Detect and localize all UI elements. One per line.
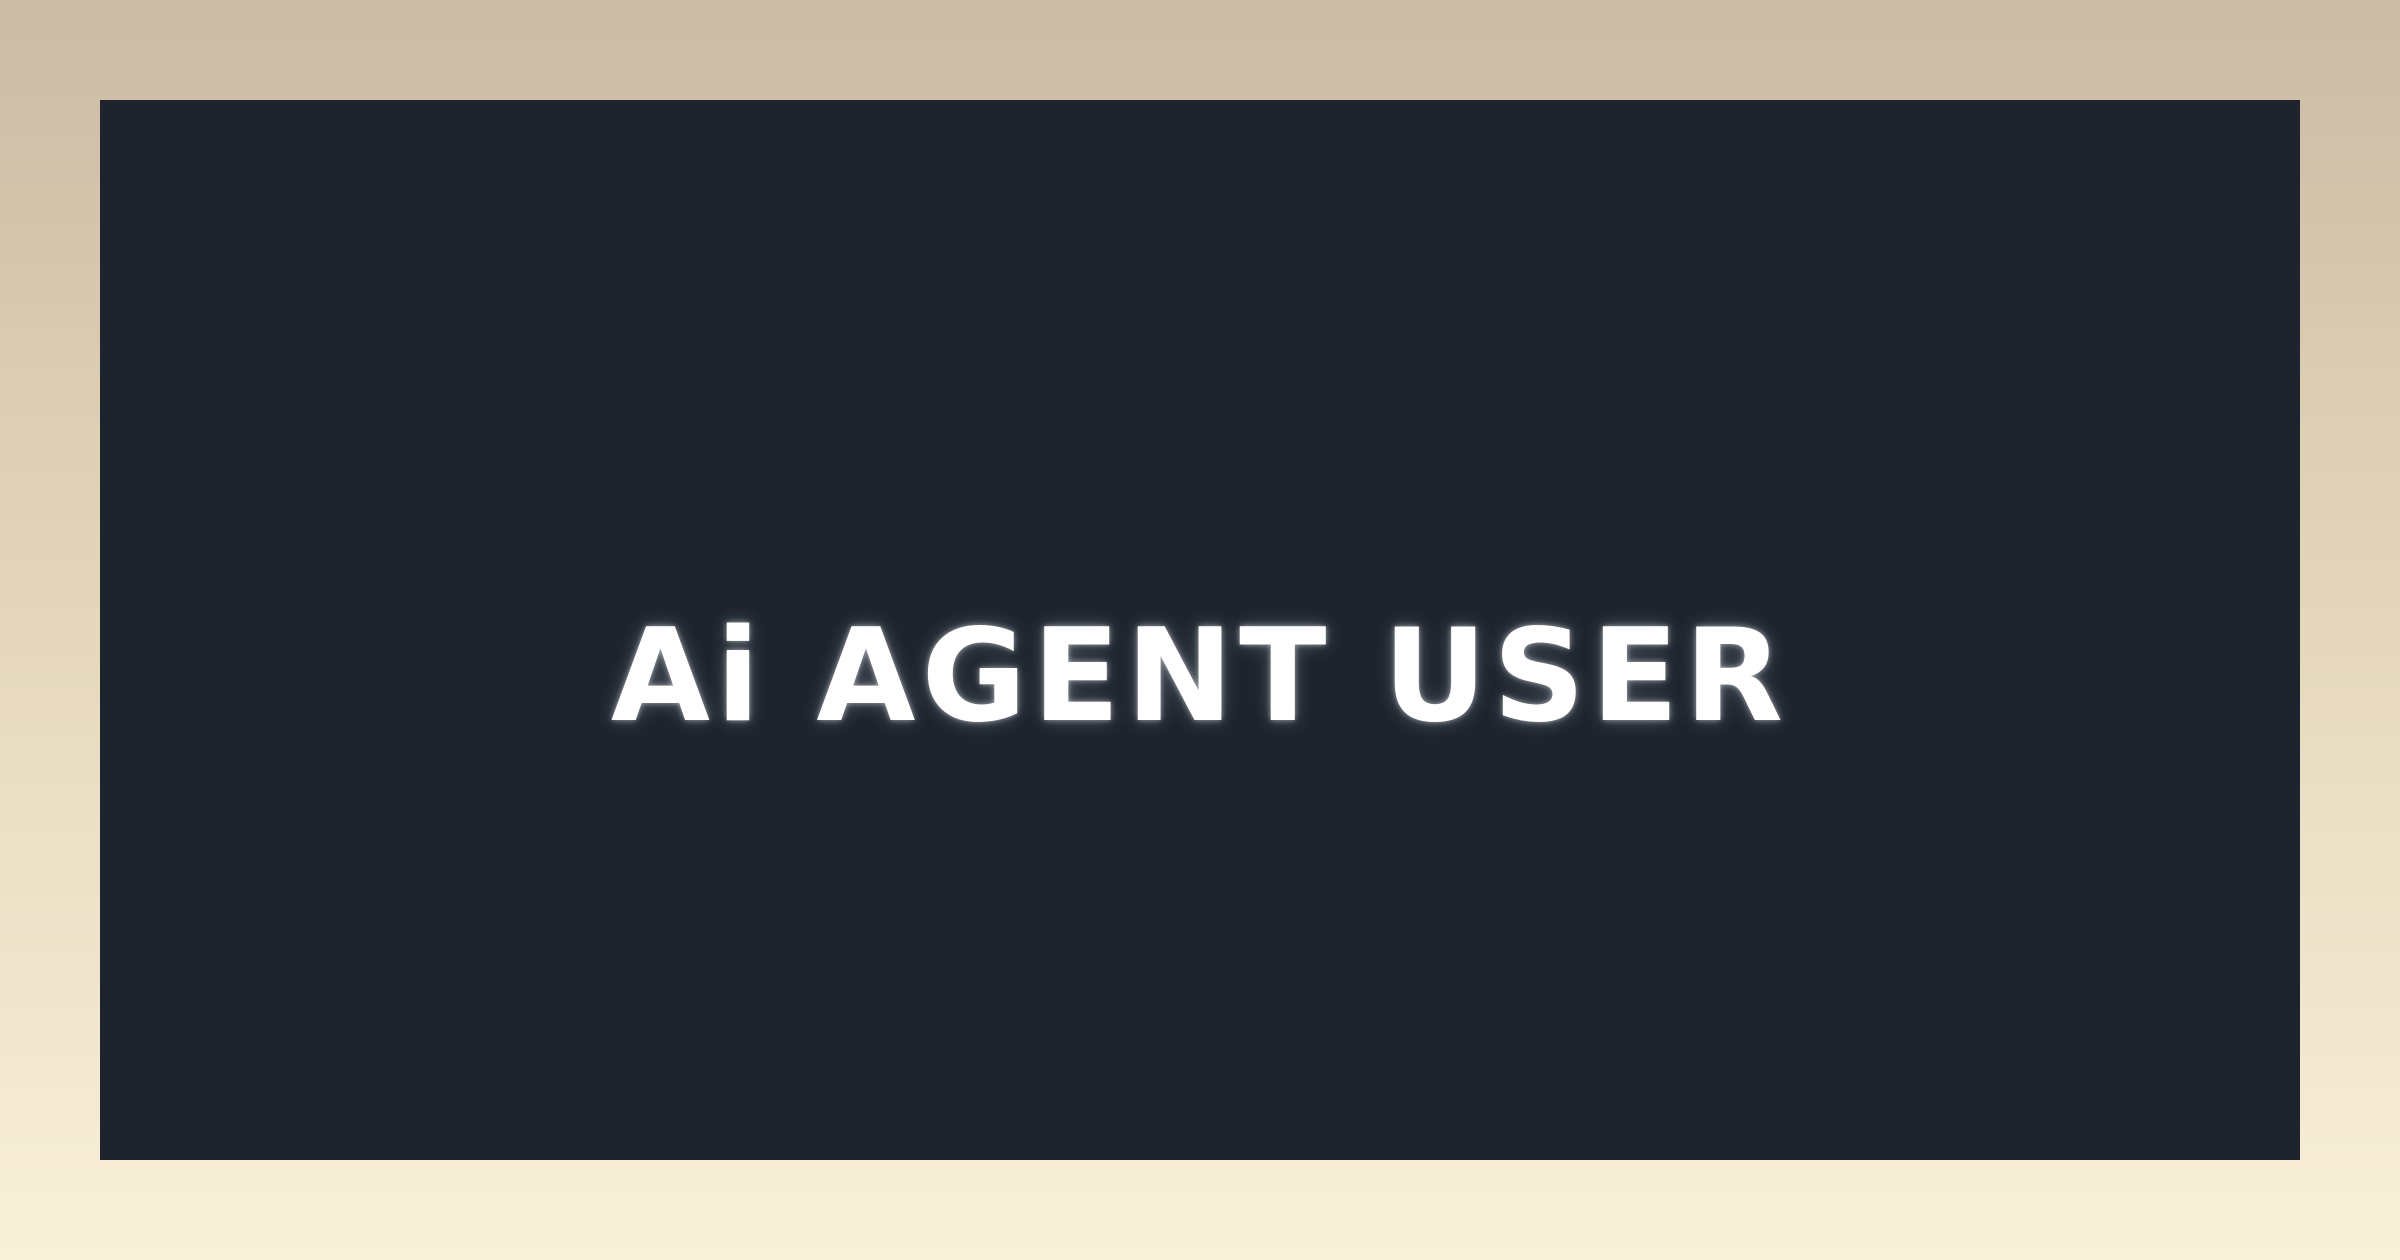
banner-title: Ai AGENT USER (610, 602, 1790, 751)
banner-panel: Ai AGENT USER (100, 100, 2300, 1160)
